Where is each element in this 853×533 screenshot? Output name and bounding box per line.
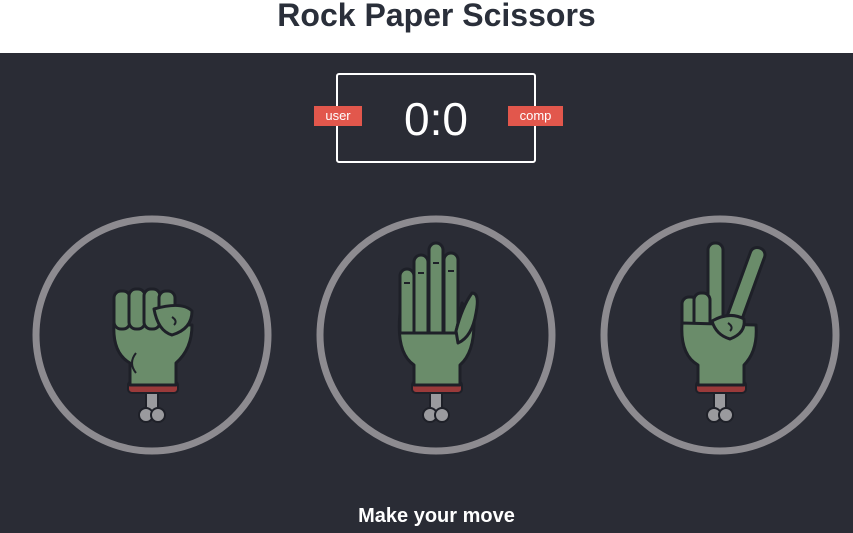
zombie-peace-hand-icon xyxy=(600,215,840,455)
user-badge: user xyxy=(314,106,362,126)
zombie-open-hand-icon xyxy=(316,215,556,455)
page-title: Rock Paper Scissors xyxy=(277,0,596,33)
zombie-fist-icon xyxy=(32,215,272,455)
comp-badge: comp xyxy=(508,106,563,126)
game-board: 0:0 user comp Make your move xyxy=(0,53,853,533)
scoreboard: 0:0 xyxy=(336,73,536,163)
rock-choice-button[interactable] xyxy=(32,213,272,457)
paper-choice-button[interactable] xyxy=(316,213,556,457)
move-prompt: Make your move xyxy=(358,505,515,527)
scissors-choice-button[interactable] xyxy=(600,213,840,457)
score-display: 0:0 xyxy=(404,93,468,145)
header: Rock Paper Scissors xyxy=(0,0,853,53)
